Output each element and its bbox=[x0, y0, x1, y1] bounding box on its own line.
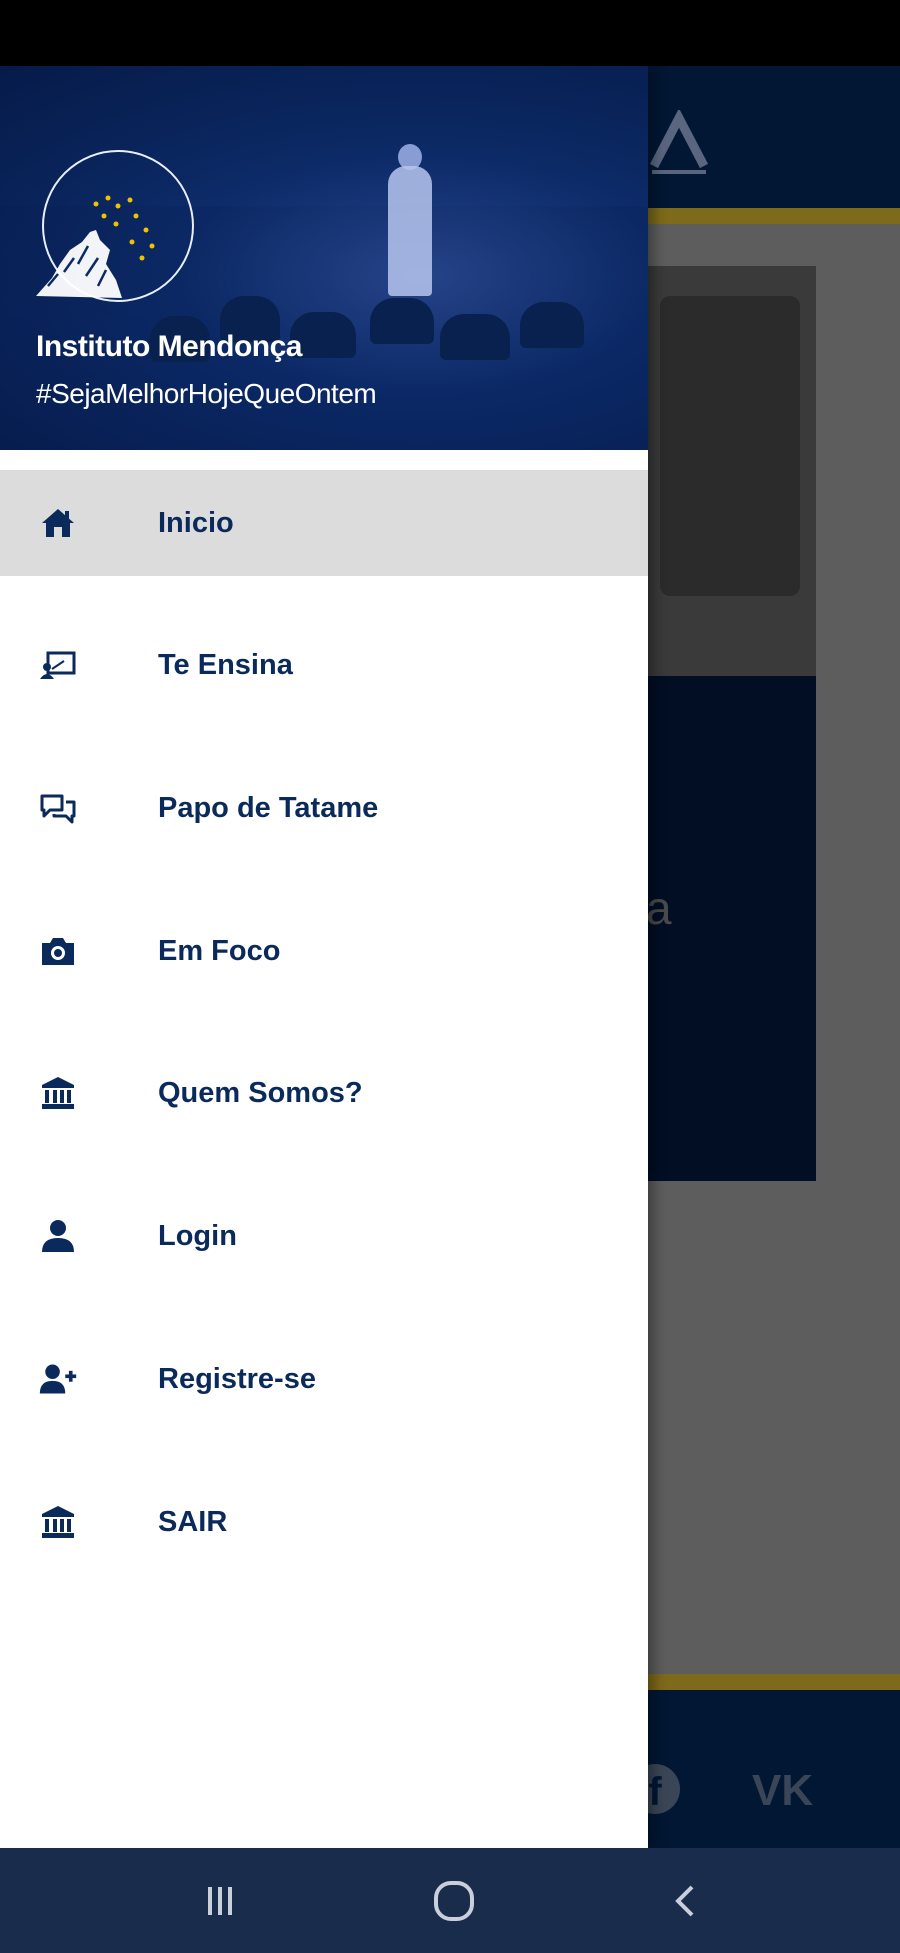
status-bar bbox=[0, 0, 900, 66]
back-button[interactable] bbox=[656, 1876, 716, 1926]
user-icon bbox=[38, 1216, 78, 1256]
menu-item-label: Quem Somos? bbox=[158, 1076, 363, 1109]
header-photo-crowd bbox=[370, 298, 434, 344]
menu-item-sair[interactable]: SAIR bbox=[0, 1469, 648, 1575]
home-button[interactable] bbox=[424, 1876, 484, 1926]
header-photo-crowd bbox=[520, 302, 584, 348]
recent-apps-icon bbox=[208, 1887, 232, 1915]
menu-item-label: SAIR bbox=[158, 1505, 228, 1538]
menu-item-login[interactable]: Login bbox=[0, 1183, 648, 1289]
navigation-drawer: Instituto Mendonça #SejaMelhorHojeQueOnt… bbox=[0, 66, 648, 1848]
user-plus-icon bbox=[38, 1359, 78, 1399]
menu-item-papo-de-tatame[interactable]: Papo de Tatame bbox=[0, 755, 648, 861]
back-icon bbox=[675, 1885, 694, 1917]
recent-apps-button[interactable] bbox=[190, 1876, 250, 1926]
post-card bbox=[648, 676, 816, 1181]
menu-item-label: Papo de Tatame bbox=[158, 791, 379, 824]
menu-item-label: Login bbox=[158, 1219, 237, 1252]
home-circle-icon bbox=[434, 1881, 474, 1921]
header-photo-instructor bbox=[388, 166, 432, 296]
menu-item-label: Te Ensina bbox=[158, 648, 293, 681]
menu-item-label: Registre-se bbox=[158, 1362, 316, 1395]
institution-icon bbox=[38, 1073, 78, 1113]
chat-icon bbox=[38, 788, 78, 828]
drawer-title: Instituto Mendonça bbox=[36, 330, 302, 363]
menu-item-inicio[interactable]: Inicio bbox=[0, 470, 648, 576]
home-icon bbox=[38, 503, 78, 543]
post-image-subject bbox=[660, 296, 800, 596]
post-card-text: a bbox=[646, 882, 672, 934]
drawer-tagline: #SejaMelhorHojeQueOntem bbox=[36, 378, 377, 409]
menu-item-te-ensina[interactable]: Te Ensina bbox=[0, 612, 648, 718]
presentation-icon bbox=[38, 645, 78, 685]
header-photo-crowd bbox=[440, 314, 510, 360]
institution-icon bbox=[38, 1502, 78, 1542]
menu-item-em-foco[interactable]: Em Foco bbox=[0, 898, 648, 1004]
camera-icon bbox=[38, 931, 78, 971]
wolf-logo-icon bbox=[36, 195, 155, 298]
menu-item-quem-somos[interactable]: Quem Somos? bbox=[0, 1040, 648, 1146]
menu-item-label: Em Foco bbox=[158, 934, 281, 967]
vk-icon: VK bbox=[752, 1766, 814, 1815]
app-logo-icon bbox=[650, 110, 708, 174]
system-nav-bar bbox=[0, 1848, 900, 1953]
drawer-header: Instituto Mendonça #SejaMelhorHojeQueOnt… bbox=[0, 66, 648, 450]
menu-item-registre-se[interactable]: Registre-se bbox=[0, 1326, 648, 1432]
menu-item-label: Inicio bbox=[158, 506, 234, 539]
